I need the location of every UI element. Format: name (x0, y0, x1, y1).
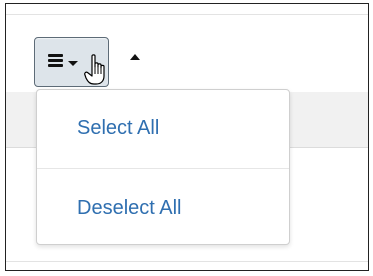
hamburger-menu-icon (48, 54, 63, 68)
caret-down-icon (68, 61, 78, 66)
caret-up-icon[interactable] (130, 54, 140, 60)
dropdown-menu: Select All Deselect All (36, 89, 290, 245)
hand-pointer-cursor-icon (84, 54, 105, 85)
deselect-all-menu-item[interactable]: Deselect All (37, 170, 289, 246)
menu-divider (37, 168, 289, 169)
select-all-menu-item[interactable]: Select All (37, 90, 289, 166)
table-panel: Select All Deselect All (5, 3, 369, 271)
divider (6, 14, 368, 15)
divider (6, 261, 368, 262)
